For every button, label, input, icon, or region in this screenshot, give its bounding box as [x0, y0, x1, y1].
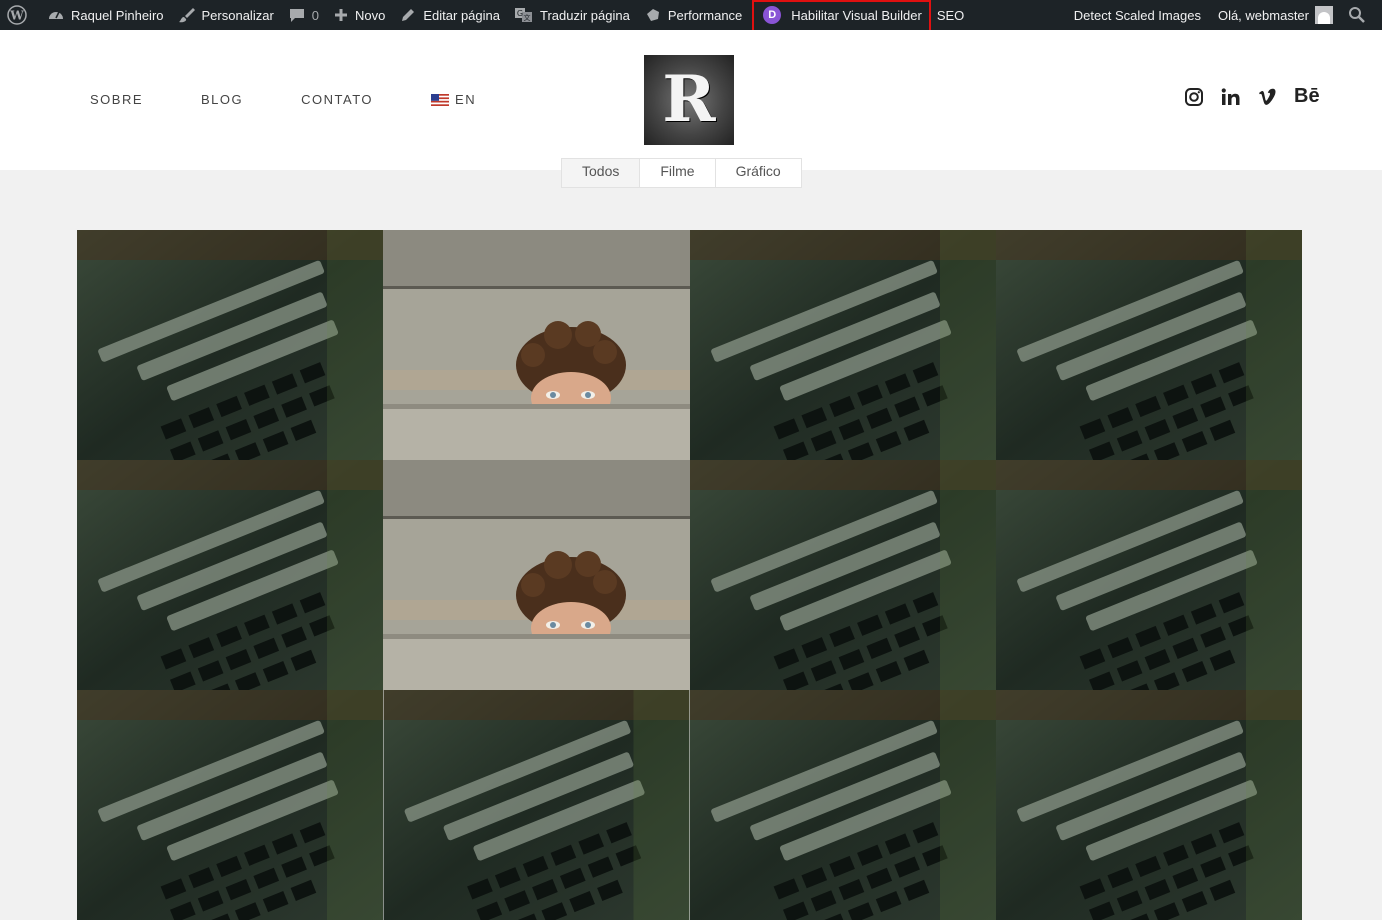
translate-icon: G文 — [515, 8, 532, 22]
comments-link[interactable]: 0 — [281, 0, 326, 30]
seo-menu[interactable]: SEO — [929, 0, 971, 30]
performance-label: Performance — [667, 7, 743, 23]
new-content-menu[interactable]: Novo — [326, 0, 392, 30]
site-logo[interactable]: R — [644, 55, 734, 145]
admin-search-button[interactable] — [1340, 0, 1382, 30]
nav-item-blog[interactable]: BLOG — [201, 92, 243, 107]
comment-icon — [289, 9, 304, 22]
language-label: EN — [455, 92, 477, 107]
portfolio-item[interactable] — [690, 230, 996, 460]
portfolio-item[interactable] — [690, 690, 996, 920]
comments-count: 0 — [311, 7, 320, 23]
site-name-label: Raquel Pinheiro — [71, 7, 164, 23]
filter-tab-todos[interactable]: Todos — [562, 159, 641, 187]
visual-builder-link[interactable]: D Habilitar Visual Builder — [749, 0, 929, 30]
site-header: SOBRE BLOG CONTATO EN R Bē — [0, 30, 1382, 170]
wordpress-icon: W — [7, 5, 27, 25]
filter-tab-grafico[interactable]: Gráfico — [716, 159, 801, 187]
translate-page-label: Traduzir página — [540, 7, 630, 23]
portfolio-image-portrait — [383, 230, 690, 460]
portfolio-item[interactable] — [996, 230, 1302, 460]
instagram-link[interactable] — [1184, 87, 1204, 107]
portfolio-image-typography — [383, 690, 690, 920]
social-links: Bē — [1184, 85, 1336, 108]
portfolio-filter: Todos Filme Gráfico — [561, 158, 802, 188]
portfolio-item[interactable] — [77, 230, 383, 460]
account-menu[interactable]: Olá, webmaster — [1211, 0, 1340, 30]
pencil-icon — [402, 9, 415, 21]
translate-page-link[interactable]: G文 Traduzir página — [507, 0, 637, 30]
portfolio-image-typography — [690, 690, 996, 920]
main-nav: SOBRE BLOG CONTATO EN — [90, 92, 534, 107]
avatar — [1315, 6, 1333, 24]
portfolio-item[interactable] — [383, 690, 690, 920]
new-label: Novo — [355, 7, 386, 23]
wordpress-logo-menu[interactable]: W — [0, 0, 40, 30]
svg-text:G: G — [517, 9, 523, 18]
vimeo-icon — [1259, 88, 1276, 105]
filter-tab-filme[interactable]: Filme — [640, 159, 716, 187]
portfolio-image-typography — [690, 230, 996, 460]
portfolio-image-typography — [996, 230, 1302, 460]
customize-label: Personalizar — [201, 7, 274, 23]
brush-icon — [178, 8, 195, 23]
instagram-icon — [1185, 87, 1203, 106]
linkedin-link[interactable] — [1220, 87, 1242, 107]
portfolio-image-typography — [690, 460, 996, 690]
language-switcher[interactable]: EN — [431, 92, 476, 107]
svg-text:文: 文 — [524, 13, 531, 22]
nav-item-sobre[interactable]: SOBRE — [90, 92, 143, 107]
edit-page-link[interactable]: Editar página — [392, 0, 507, 30]
portfolio-item[interactable] — [77, 460, 383, 690]
portfolio-item[interactable] — [77, 690, 383, 920]
portfolio-item[interactable] — [996, 460, 1302, 690]
svg-text:W: W — [9, 9, 24, 23]
nav-item-contato[interactable]: CONTATO — [301, 92, 373, 107]
portfolio-image-typography — [996, 460, 1302, 690]
performance-icon — [646, 9, 659, 21]
portfolio-image-typography — [77, 690, 383, 920]
admin-bar: W Raquel Pinheiro Personalizar 0 Novo Ed… — [0, 0, 1382, 30]
seo-label: SEO — [936, 7, 965, 23]
performance-menu[interactable]: Performance — [637, 0, 749, 30]
divi-icon: D — [763, 6, 782, 24]
portfolio-item[interactable] — [690, 460, 996, 690]
dashboard-icon — [49, 11, 63, 19]
portfolio-image-portrait — [383, 460, 690, 690]
search-icon — [1349, 7, 1365, 23]
logo-letter: R — [662, 62, 716, 137]
portfolio-image-typography — [996, 690, 1302, 920]
behance-link[interactable]: Bē — [1294, 85, 1320, 108]
us-flag-icon — [431, 93, 450, 106]
detect-scaled-images-link[interactable]: Detect Scaled Images — [1067, 0, 1211, 30]
portfolio-grid — [77, 230, 1302, 920]
portfolio-item[interactable] — [383, 460, 690, 690]
detect-scaled-label: Detect Scaled Images — [1073, 7, 1201, 23]
vimeo-link[interactable] — [1258, 87, 1278, 107]
customize-link[interactable]: Personalizar — [171, 0, 281, 30]
portfolio-item[interactable] — [383, 230, 690, 460]
portfolio-image-typography — [77, 460, 383, 690]
greeting-label: Olá, webmaster — [1217, 7, 1309, 23]
visual-builder-label: Habilitar Visual Builder — [791, 7, 922, 23]
portfolio-item[interactable] — [996, 690, 1302, 920]
linkedin-icon — [1221, 87, 1240, 105]
site-name-menu[interactable]: Raquel Pinheiro — [40, 0, 171, 30]
portfolio-image-typography — [77, 230, 383, 460]
edit-page-label: Editar página — [423, 7, 500, 23]
plus-icon — [335, 9, 348, 21]
